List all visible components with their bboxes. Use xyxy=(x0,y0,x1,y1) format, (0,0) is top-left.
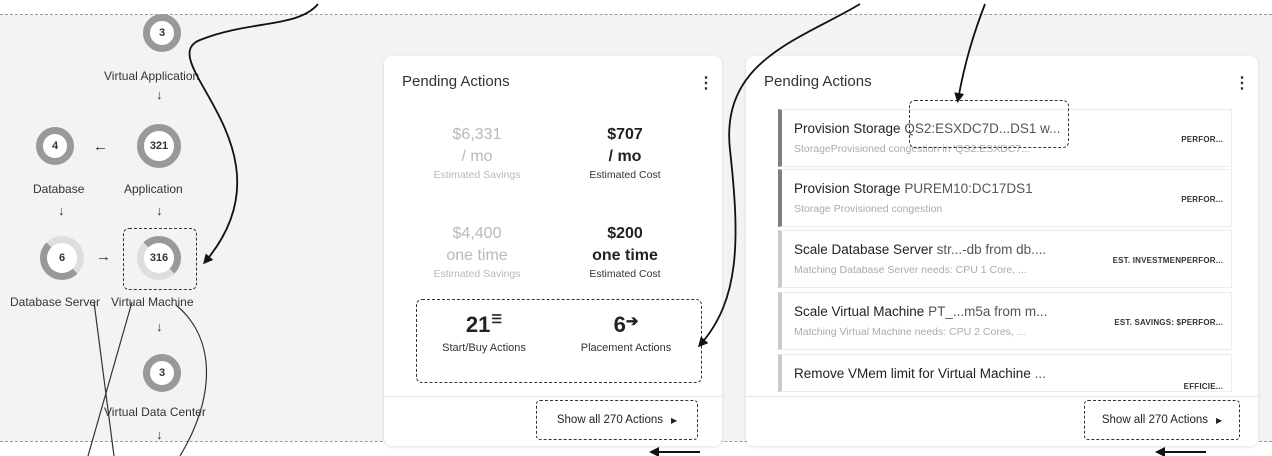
action-category-tag: EST. INVESTMENPERFOR... xyxy=(1112,256,1223,265)
placement-actions-count[interactable]: 6➔ Placement Actions xyxy=(566,312,686,354)
arrow-left-icon: ← xyxy=(93,138,108,155)
arrow-right-icon: → xyxy=(96,248,111,265)
pending-actions-summary-card: Pending Actions ⋮ $6,331 / mo Estimated … xyxy=(384,56,722,446)
database-server-label: Database Server xyxy=(10,295,101,309)
list-icon: ☰ xyxy=(491,312,503,326)
application-label: Application xyxy=(124,182,183,196)
action-item[interactable]: Remove VMem limit for Virtual Machine ..… xyxy=(778,354,1232,392)
action-target-callout xyxy=(909,100,1069,148)
arrow-down-icon: ↓ xyxy=(156,203,163,218)
card-title: Pending Actions xyxy=(764,73,872,90)
one-time-savings-stat: $4,400 one time Estimated Savings xyxy=(433,225,521,280)
more-vertical-icon[interactable]: ⋮ xyxy=(1234,73,1250,93)
action-category-tag: PERFOR... xyxy=(1181,195,1223,204)
card-title: Pending Actions xyxy=(402,73,510,90)
pending-actions-list-card: Pending Actions ⋮ Provision Storage QS2:… xyxy=(746,56,1258,446)
card-divider xyxy=(746,396,1258,397)
card-divider xyxy=(384,396,722,397)
monthly-savings-stat: $6,331 / mo Estimated Savings xyxy=(433,126,521,181)
caret-right-icon: ▶ xyxy=(1215,415,1223,425)
show-all-actions-button[interactable]: Show all 270 Actions ▶ xyxy=(1084,400,1240,440)
application-node[interactable]: 321 xyxy=(137,124,181,168)
arrow-right-icon: ➔ xyxy=(625,313,639,330)
database-server-node[interactable]: 6 xyxy=(40,236,84,280)
action-item[interactable]: Scale Virtual Machine PT_...m5a from m..… xyxy=(778,292,1232,350)
action-category-tag: PERFOR... xyxy=(1181,135,1223,144)
more-vertical-icon[interactable]: ⋮ xyxy=(698,73,714,93)
action-item[interactable]: Provision Storage PUREM10:DC17DS1 Storag… xyxy=(778,169,1232,227)
virtual-data-center-label: Virtual Data Center xyxy=(104,405,206,419)
arrow-down-icon: ↓ xyxy=(156,319,163,334)
action-item[interactable]: Scale Database Server str...-db from db.… xyxy=(778,230,1232,288)
monthly-cost-stat: $707 / mo Estimated Cost xyxy=(589,126,661,181)
virtual-application-label: Virtual Application xyxy=(104,69,200,83)
arrow-down-icon: ↓ xyxy=(58,203,65,218)
action-category-tag: EST. SAVINGS: $PERFOR... xyxy=(1114,318,1223,327)
virtual-application-node[interactable]: 3 xyxy=(143,14,181,52)
virtual-machine-label: Virtual Machine xyxy=(111,295,194,309)
database-node[interactable]: 4 xyxy=(36,127,74,165)
torn-edge-top xyxy=(0,0,1272,15)
action-category-tag: EFFICIE... xyxy=(1183,382,1223,391)
show-all-actions-button[interactable]: Show all 270 Actions ▶ xyxy=(536,400,698,440)
start-buy-actions-count[interactable]: 21☰ Start/Buy Actions xyxy=(424,312,544,354)
one-time-cost-stat: $200 one time Estimated Cost xyxy=(589,225,661,280)
database-label: Database xyxy=(33,182,85,196)
virtual-machine-node[interactable]: 316 xyxy=(137,236,181,280)
arrow-down-icon: ↓ xyxy=(156,87,163,102)
arrow-down-icon: ↓ xyxy=(156,427,163,442)
virtual-data-center-node[interactable]: 3 xyxy=(143,354,181,392)
caret-right-icon: ▶ xyxy=(670,415,678,425)
